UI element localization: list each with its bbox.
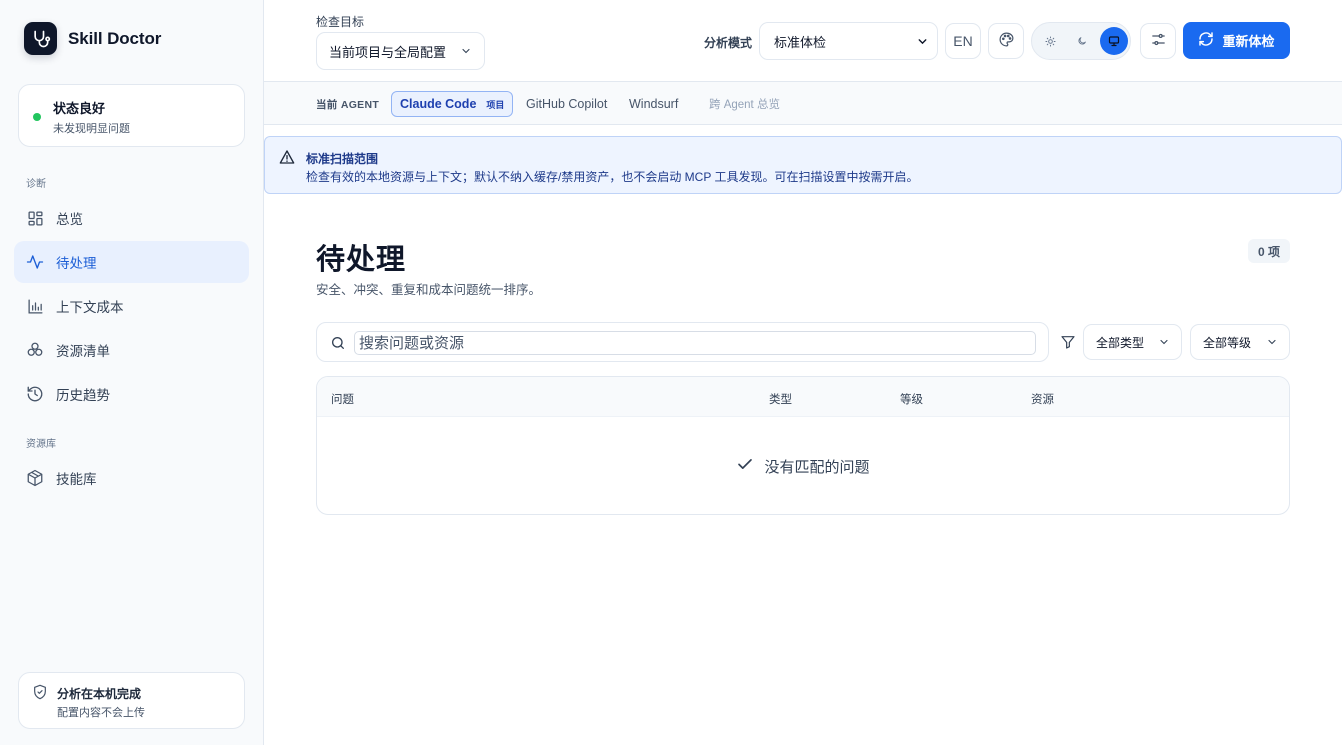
notice-text: 检查有效的本地资源与上下文；默认不纳入缓存/禁用资产，也不会启动 MCP 工具发… — [306, 170, 919, 184]
notice-title: 标准扫描范围 — [306, 152, 379, 166]
issues-table: 问题 类型 等级 资源 没有匹配的问题 — [316, 376, 1290, 515]
mode-label: 分析模式 — [704, 36, 753, 50]
language-label: EN — [953, 33, 973, 49]
tab-badge: 项目 — [486, 99, 505, 110]
status-indicator — [33, 113, 41, 121]
agent-bar: 当前 AGENT Claude Code 项目 GitHub Copilot W… — [264, 82, 1342, 125]
language-toggle-button[interactable]: EN — [945, 23, 981, 59]
chevron-down-icon — [1158, 336, 1170, 351]
moon-icon[interactable] — [1068, 27, 1096, 55]
tab-label: Windsurf — [629, 97, 679, 111]
sidebar: Skill Doctor 状态良好 未发现明显问题 诊断 总览 待处理 上下文成… — [0, 0, 264, 745]
tab-windsurf[interactable]: Windsurf — [629, 91, 678, 117]
tab-label: Claude Code — [400, 97, 477, 111]
column-header-level[interactable]: 等级 — [900, 391, 923, 407]
table-header: 问题 类型 等级 资源 — [317, 377, 1289, 417]
mode-select[interactable]: 标准体检 — [759, 22, 938, 60]
target-value: 当前项目与全局配置 — [329, 44, 447, 60]
nav-group-label-diagnose: 诊断 — [26, 179, 46, 190]
rescan-button[interactable]: 重新体检 — [1183, 22, 1290, 59]
sidebar-item-overview[interactable]: 总览 — [14, 197, 249, 239]
chevron-down-icon — [460, 45, 472, 60]
tab-github-copilot[interactable]: GitHub Copilot — [526, 91, 607, 117]
tab-claude-code[interactable]: Claude Code 项目 — [391, 91, 514, 117]
alert-triangle-icon — [279, 149, 295, 168]
brand[interactable]: Skill Doctor — [24, 22, 161, 55]
empty-state-text: 没有匹配的问题 — [764, 458, 870, 476]
privacy-card: 分析在本机完成 配置内容不会上传 — [18, 672, 245, 729]
app-name: Skill Doctor — [68, 28, 162, 48]
sidebar-item-label: 待处理 — [56, 256, 97, 271]
status-title: 状态良好 — [53, 101, 106, 116]
privacy-title: 分析在本机完成 — [57, 687, 142, 701]
refresh-icon — [1198, 31, 1214, 50]
package-icon — [26, 469, 44, 487]
stethoscope-icon — [24, 22, 57, 55]
nav-group-label-library: 资源库 — [26, 439, 56, 450]
search-box — [316, 322, 1049, 362]
palette-icon — [998, 31, 1015, 51]
palette-button[interactable] — [988, 23, 1024, 59]
chevron-down-icon — [1266, 336, 1278, 351]
activity-icon — [26, 253, 44, 271]
page-subtitle: 安全、冲突、重复和成本问题统一排序。 — [316, 283, 542, 297]
boxes-icon — [26, 341, 44, 359]
mode-value: 标准体检 — [774, 34, 827, 50]
rescan-label: 重新体检 — [1222, 34, 1275, 49]
issue-count-badge: 0 项 — [1248, 239, 1291, 263]
search-input[interactable] — [354, 331, 1036, 355]
topbar: 检查目标 当前项目与全局配置 分析模式 标准体检 EN 重新体检 — [264, 0, 1342, 82]
sidebar-item-history[interactable]: 历史趋势 — [14, 373, 249, 415]
chevron-down-icon — [916, 35, 929, 51]
page-title: 待处理 — [316, 244, 407, 276]
bar-chart-icon — [26, 297, 44, 315]
theme-switcher — [1031, 22, 1131, 60]
sidebar-item-label: 总览 — [56, 212, 83, 227]
type-filter-value: 全部类型 — [1096, 335, 1145, 350]
history-icon — [26, 385, 44, 403]
status-card: 状态良好 未发现明显问题 — [18, 84, 245, 147]
shield-check-icon — [32, 684, 48, 703]
privacy-subtitle: 配置内容不会上传 — [57, 707, 145, 719]
tab-label: 跨 Agent 总览 — [709, 99, 780, 111]
sidebar-item-skills[interactable]: 技能库 — [14, 457, 249, 499]
sidebar-item-label: 上下文成本 — [56, 300, 124, 315]
target-select[interactable]: 当前项目与全局配置 — [316, 32, 485, 70]
filter-icon — [1060, 334, 1076, 353]
level-filter-value: 全部等级 — [1203, 335, 1252, 350]
search-icon — [330, 335, 346, 354]
tab-label: GitHub Copilot — [526, 97, 608, 111]
target-label: 检查目标 — [316, 15, 365, 29]
empty-state: 没有匹配的问题 — [317, 455, 1289, 477]
sidebar-item-label: 历史趋势 — [56, 388, 110, 403]
type-filter-select[interactable]: 全部类型 — [1083, 324, 1182, 360]
check-icon — [736, 455, 754, 477]
sidebar-item-label: 资源清单 — [56, 344, 110, 359]
scan-settings-button[interactable] — [1140, 23, 1176, 59]
sun-icon[interactable] — [1036, 27, 1064, 55]
monitor-icon[interactable] — [1100, 27, 1128, 55]
tab-cross-agent-overview[interactable]: 跨 Agent 总览 — [709, 91, 780, 117]
grid-icon — [26, 209, 44, 227]
sidebar-item-context-cost[interactable]: 上下文成本 — [14, 285, 249, 327]
sliders-icon — [1150, 31, 1167, 51]
sidebar-item-pending[interactable]: 待处理 — [14, 241, 249, 283]
sidebar-item-inventory[interactable]: 资源清单 — [14, 329, 249, 371]
column-header-issue[interactable]: 问题 — [331, 391, 354, 407]
sidebar-item-label: 技能库 — [56, 472, 97, 487]
column-header-type[interactable]: 类型 — [769, 391, 792, 407]
scan-scope-notice: 标准扫描范围 检查有效的本地资源与上下文；默认不纳入缓存/禁用资产，也不会启动 … — [264, 136, 1342, 194]
agent-label: 当前 AGENT — [316, 99, 380, 111]
column-header-resource[interactable]: 资源 — [1031, 391, 1054, 407]
level-filter-select[interactable]: 全部等级 — [1190, 324, 1290, 360]
status-subtitle: 未发现明显问题 — [53, 123, 130, 135]
